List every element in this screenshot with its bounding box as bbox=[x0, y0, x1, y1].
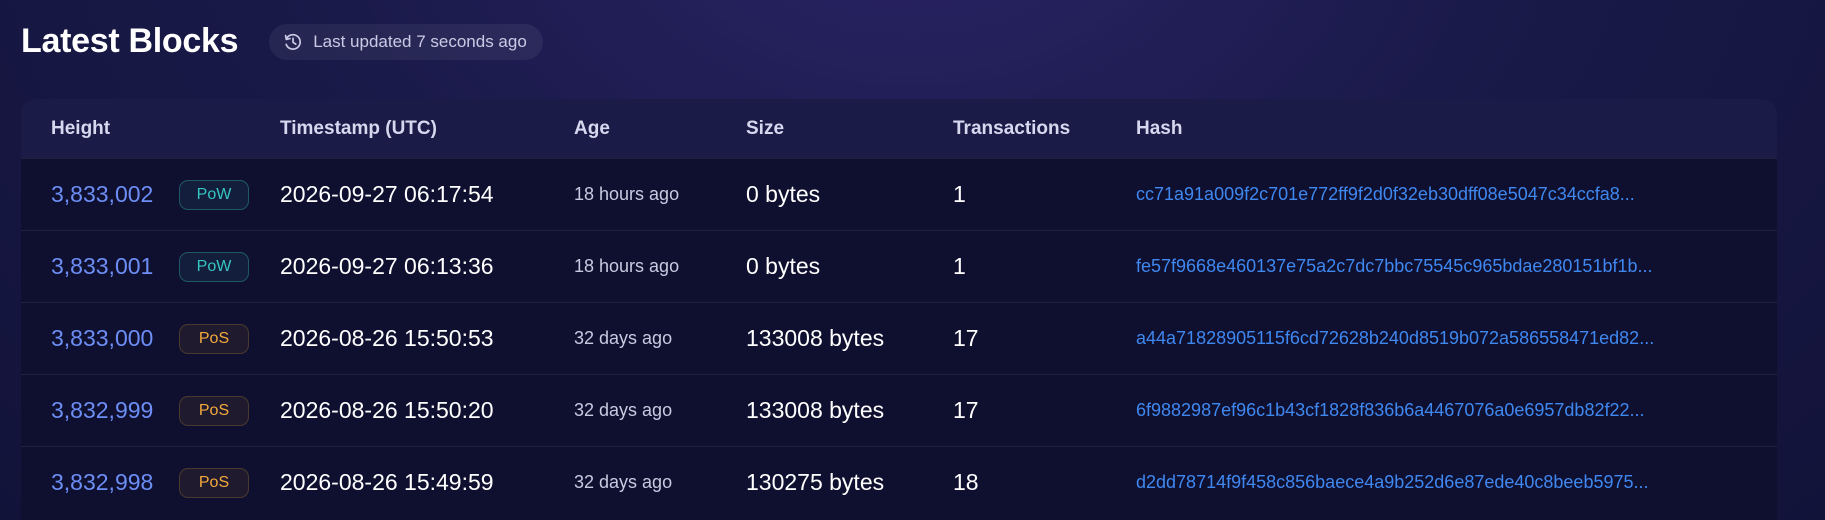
age-cell: 18 hours ago bbox=[574, 184, 680, 204]
hash-cell: fe57f9668e460137e75a2c7dc7bbc75545c965bd… bbox=[1136, 256, 1777, 277]
timestamp-cell: 2026-09-27 06:13:36 bbox=[280, 253, 494, 279]
age-cell: 32 days ago bbox=[574, 400, 673, 420]
column-header-timestamp[interactable]: Timestamp (UTC) bbox=[280, 118, 574, 140]
transactions-cell: 17 bbox=[953, 325, 979, 351]
hash-cell: a44a71828905115f6cd72628b240d8519b072a58… bbox=[1136, 328, 1777, 349]
block-height-link[interactable]: 3,833,000 bbox=[51, 325, 179, 352]
timestamp-cell: 2026-08-26 15:49:59 bbox=[280, 469, 494, 495]
timestamp-cell: 2026-08-26 15:50:53 bbox=[280, 325, 494, 351]
timestamp-cell: 2026-08-26 15:50:20 bbox=[280, 397, 494, 423]
column-header-height[interactable]: Height bbox=[21, 118, 280, 140]
block-height-link[interactable]: 3,833,001 bbox=[51, 253, 179, 280]
consensus-badge: PoW bbox=[179, 179, 249, 210]
consensus-badge: PoS bbox=[179, 395, 249, 426]
block-hash-link[interactable]: cc71a91a009f2c701e772ff9f2d0f32eb30dff08… bbox=[1136, 184, 1711, 205]
height-cell: 3,832,999 PoS bbox=[21, 395, 280, 426]
table-row[interactable]: 3,832,998 PoS 2026-08-26 15:49:59 32 day… bbox=[21, 446, 1777, 518]
transactions-cell: 1 bbox=[953, 181, 966, 207]
height-cell: 3,833,000 PoS bbox=[21, 323, 280, 354]
timestamp-cell: 2026-09-27 06:17:54 bbox=[280, 181, 494, 207]
column-header-hash[interactable]: Hash bbox=[1136, 118, 1777, 140]
block-hash-link[interactable]: a44a71828905115f6cd72628b240d8519b072a58… bbox=[1136, 328, 1711, 349]
table-row[interactable]: 3,833,001 PoW 2026-09-27 06:13:36 18 hou… bbox=[21, 230, 1777, 302]
size-cell: 0 bytes bbox=[746, 181, 821, 207]
table-row[interactable]: 3,833,002 PoW 2026-09-27 06:17:54 18 hou… bbox=[21, 158, 1777, 230]
hash-cell: d2dd78714f9f458c856baece4a9b252d6e87ede4… bbox=[1136, 472, 1777, 493]
transactions-cell: 18 bbox=[953, 469, 979, 495]
block-hash-link[interactable]: 6f9882987ef96c1b43cf1828f836b6a4467076a0… bbox=[1136, 400, 1711, 421]
blocks-table: Height Timestamp (UTC) Age Size Transact… bbox=[21, 99, 1777, 520]
table-row[interactable]: 3,833,000 PoS 2026-08-26 15:50:53 32 day… bbox=[21, 302, 1777, 374]
block-height-link[interactable]: 3,832,998 bbox=[51, 469, 179, 496]
column-header-size[interactable]: Size bbox=[746, 118, 953, 140]
page-header: Latest Blocks Last updated 7 seconds ago bbox=[21, 22, 543, 61]
transactions-cell: 17 bbox=[953, 397, 979, 423]
last-updated-text: Last updated 7 seconds ago bbox=[313, 31, 527, 51]
consensus-badge: PoS bbox=[179, 467, 249, 498]
age-cell: 32 days ago bbox=[574, 472, 673, 492]
block-height-link[interactable]: 3,833,002 bbox=[51, 181, 179, 208]
age-cell: 32 days ago bbox=[574, 328, 673, 348]
size-cell: 0 bytes bbox=[746, 253, 821, 279]
size-cell: 133008 bytes bbox=[746, 397, 885, 423]
consensus-badge: PoW bbox=[179, 251, 249, 282]
page-title: Latest Blocks bbox=[21, 22, 239, 60]
consensus-badge: PoS bbox=[179, 323, 249, 354]
transactions-cell: 1 bbox=[953, 253, 966, 279]
table-header: Height Timestamp (UTC) Age Size Transact… bbox=[21, 99, 1777, 158]
age-cell: 18 hours ago bbox=[574, 256, 680, 276]
clock-history-icon bbox=[283, 32, 303, 52]
height-cell: 3,833,001 PoW bbox=[21, 251, 280, 282]
size-cell: 133008 bytes bbox=[746, 325, 885, 351]
hash-cell: cc71a91a009f2c701e772ff9f2d0f32eb30dff08… bbox=[1136, 184, 1777, 205]
block-hash-link[interactable]: fe57f9668e460137e75a2c7dc7bbc75545c965bd… bbox=[1136, 256, 1711, 277]
height-cell: 3,833,002 PoW bbox=[21, 179, 280, 210]
height-cell: 3,832,998 PoS bbox=[21, 467, 280, 498]
block-hash-link[interactable]: d2dd78714f9f458c856baece4a9b252d6e87ede4… bbox=[1136, 472, 1711, 493]
block-height-link[interactable]: 3,832,999 bbox=[51, 397, 179, 424]
column-header-age[interactable]: Age bbox=[574, 118, 746, 140]
last-updated-badge: Last updated 7 seconds ago bbox=[269, 23, 543, 60]
table-row[interactable]: 3,832,999 PoS 2026-08-26 15:50:20 32 day… bbox=[21, 374, 1777, 446]
size-cell: 130275 bytes bbox=[746, 469, 885, 495]
hash-cell: 6f9882987ef96c1b43cf1828f836b6a4467076a0… bbox=[1136, 400, 1777, 421]
column-header-transactions[interactable]: Transactions bbox=[953, 118, 1136, 140]
